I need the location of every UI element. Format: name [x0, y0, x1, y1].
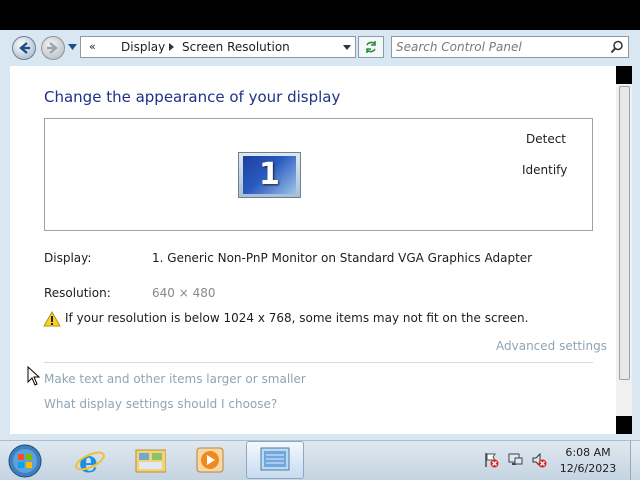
clock-time[interactable]: 6:08 AM — [552, 446, 624, 459]
monitor-number: 1 — [259, 157, 280, 192]
search-box[interactable] — [391, 36, 629, 58]
divider — [44, 362, 593, 363]
address-history-chevron-down-icon[interactable] — [343, 45, 351, 50]
display-settings-help-link[interactable]: What display settings should I choose? — [44, 397, 277, 411]
detect-button[interactable]: Detect — [526, 132, 566, 146]
internet-explorer-icon[interactable]: e — [74, 444, 106, 476]
display-select[interactable]: 1. Generic Non-PnP Monitor on Standard V… — [152, 251, 532, 265]
search-icon[interactable] — [610, 40, 624, 54]
search-input[interactable] — [396, 39, 604, 55]
breadcrumb-overflow-icon[interactable]: « — [89, 40, 96, 53]
breadcrumb-display[interactable]: Display — [121, 40, 165, 54]
breadcrumb-separator-icon[interactable] — [169, 43, 174, 51]
warning-icon — [43, 311, 61, 327]
forward-button[interactable] — [41, 36, 65, 60]
start-button[interactable] — [6, 443, 44, 479]
display-label: Display: — [44, 251, 92, 265]
clock-date[interactable]: 12/6/2023 — [552, 462, 624, 475]
monitor-arrangement-area — [44, 118, 593, 231]
title-bar — [0, 0, 640, 30]
page-title: Change the appearance of your display — [44, 88, 341, 106]
resolution-label: Resolution: — [44, 286, 111, 300]
volume-muted-icon[interactable] — [531, 452, 547, 468]
advanced-settings-link[interactable]: Advanced settings — [496, 339, 607, 353]
media-player-icon[interactable] — [194, 444, 226, 476]
recent-pages-chevron-down-icon[interactable] — [68, 44, 77, 50]
monitor-1-tile[interactable]: 1 — [238, 152, 301, 198]
resolution-select[interactable]: 640 × 480 — [152, 286, 216, 300]
text-size-link[interactable]: Make text and other items larger or smal… — [44, 372, 306, 386]
svg-text:e: e — [79, 445, 98, 476]
network-icon[interactable] — [507, 452, 523, 468]
refresh-icon — [366, 41, 376, 53]
scroll-down-button[interactable] — [616, 416, 632, 434]
address-bar[interactable]: « Display Screen Resolution — [80, 36, 356, 58]
arrow-right-icon — [47, 42, 58, 54]
action-center-flag-icon[interactable] — [483, 452, 499, 468]
refresh-button[interactable] — [358, 36, 384, 58]
arrow-left-icon — [19, 42, 30, 54]
identify-button[interactable]: Identify — [522, 163, 567, 177]
control-panel-taskbar-button[interactable] — [246, 441, 304, 479]
file-explorer-icon[interactable] — [134, 444, 166, 476]
resolution-warning: If your resolution is below 1024 x 768, … — [65, 311, 529, 325]
back-button[interactable] — [12, 36, 36, 60]
breadcrumb-screen-resolution[interactable]: Screen Resolution — [182, 40, 290, 54]
scroll-thumb[interactable] — [619, 86, 630, 380]
mouse-cursor-icon — [27, 366, 41, 386]
vertical-scrollbar[interactable] — [616, 66, 632, 434]
show-desktop-button[interactable] — [630, 441, 640, 480]
scroll-up-button[interactable] — [616, 66, 632, 84]
control-panel-icon — [260, 447, 290, 471]
